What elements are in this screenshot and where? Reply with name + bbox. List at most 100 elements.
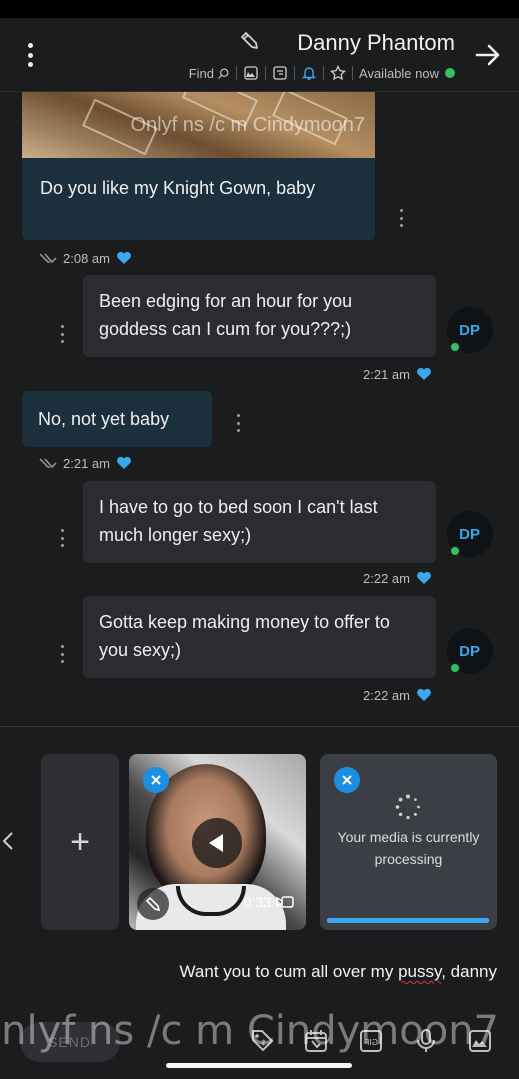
message-meta: 2:21 am [363, 365, 432, 383]
bell-icon[interactable] [301, 65, 317, 81]
back-button[interactable] [473, 40, 503, 70]
more-vertical-icon [28, 43, 34, 48]
kebab-dot [400, 224, 404, 227]
heart-icon[interactable] [416, 571, 432, 585]
kebab-dot [61, 652, 65, 656]
heart-icon[interactable] [116, 251, 132, 265]
message-bubble[interactable]: Been edging for an hour for you goddess … [83, 275, 436, 357]
online-indicator [445, 68, 455, 78]
watermark: Onlyf ns /c m Cindymoon7 [0, 1008, 499, 1054]
dot [28, 62, 34, 67]
add-media-button[interactable]: + [41, 754, 119, 930]
read-receipt-icon [39, 458, 57, 469]
chat-header: Danny Phantom Available now Find [0, 18, 519, 92]
pencil-icon [145, 896, 161, 912]
edit-name-button[interactable] [239, 30, 261, 52]
kebab-dot [61, 536, 65, 540]
star-icon[interactable] [330, 65, 346, 81]
search-icon [218, 67, 229, 79]
pencil-icon [241, 32, 258, 49]
message-meta: 2:22 am [363, 569, 432, 587]
plus-icon: + [70, 822, 90, 861]
online-indicator [449, 545, 461, 557]
message-meta: 2:22 am [363, 686, 432, 704]
message-bubble[interactable]: I have to go to bed soon I can't last mu… [83, 481, 436, 563]
chat-screen: Danny Phantom Available now Find Onlyf n… [0, 0, 519, 1079]
read-receipt-icon [39, 253, 57, 264]
video-camera-icon [276, 896, 294, 908]
message-menu-button[interactable] [57, 643, 69, 665]
video-duration: 0:33 [244, 894, 294, 910]
edit-media-button[interactable] [137, 888, 169, 920]
heart-icon[interactable] [416, 688, 432, 702]
loading-spinner-icon [395, 794, 420, 820]
online-indicator [449, 341, 461, 353]
kebab-dot [61, 325, 65, 328]
find-button[interactable]: Find [189, 66, 230, 81]
note-icon[interactable] [272, 65, 288, 81]
kebab-dot [61, 332, 65, 336]
contact-subheader: Available now Find [189, 64, 455, 82]
message-text-part: , danny [441, 962, 497, 981]
message-text-part: Want you to cum all over my [179, 962, 399, 981]
online-indicator [449, 662, 461, 674]
status-bar [0, 0, 519, 18]
video-attachment-card[interactable]: 0:33 [129, 754, 306, 930]
kebab-dot [400, 216, 404, 220]
find-label: Find [188, 65, 215, 81]
avatar[interactable]: DP [447, 628, 493, 674]
availability-status: Available now [359, 65, 439, 81]
avatar-initials: DP [459, 525, 481, 543]
processing-media-card[interactable]: Your media is currently processing [320, 754, 497, 930]
misspelled-word[interactable]: pussy [398, 962, 441, 981]
kebab-dot [237, 414, 241, 417]
play-icon [209, 834, 223, 852]
avatar[interactable]: DP [447, 511, 493, 557]
message-text: I have to go to bed soon I can't last mu… [99, 497, 378, 545]
message-input-text: Want you to cum all over my pussy, danny [180, 962, 497, 982]
message-input[interactable]: Want you to cum all over my pussy, danny [17, 962, 497, 986]
photo-message[interactable]: Onlyf ns /c m Cindymoon7 Do you like my … [22, 92, 375, 240]
chevron-right-icon[interactable] [2, 831, 14, 851]
heart-icon[interactable] [116, 456, 132, 470]
message-bubble[interactable]: No, not yet baby [22, 391, 212, 447]
divider [294, 66, 296, 80]
heart-icon[interactable] [416, 367, 432, 381]
attachment-tray: Your media is currently processing 0:33 [0, 727, 519, 952]
image-icon[interactable] [243, 65, 259, 81]
photo-thumbnail[interactable]: Onlyf ns /c m Cindymoon7 [22, 92, 375, 158]
avatar[interactable]: DP [447, 307, 493, 353]
message-time: 2:21 am [63, 455, 110, 471]
avatar-initials: DP [459, 321, 481, 339]
home-indicator[interactable] [166, 1063, 352, 1068]
processing-text: Your media is currently processing [337, 829, 480, 867]
close-icon [151, 775, 161, 785]
close-icon [342, 775, 352, 785]
kebab-dot [61, 645, 65, 648]
play-button[interactable] [192, 818, 242, 868]
more-options-button[interactable] [19, 40, 43, 70]
remove-media-button[interactable] [334, 767, 360, 793]
message-meta: 2:08 am [35, 249, 132, 267]
message-menu-button[interactable] [233, 412, 245, 434]
dot [28, 52, 34, 58]
remove-media-button[interactable] [143, 767, 169, 793]
kebab-dot [237, 421, 241, 425]
message-menu-button[interactable] [57, 323, 69, 345]
back-arrow-icon [475, 44, 500, 66]
message-menu-button[interactable] [396, 207, 408, 229]
message-bubble[interactable]: Gotta keep making money to offer to you … [83, 596, 436, 678]
kebab-dot [61, 544, 65, 547]
message-text: Been edging for an hour for you goddess … [99, 291, 353, 339]
message-list[interactable]: Onlyf ns /c m Cindymoon7 Do you like my … [0, 92, 519, 726]
divider [352, 66, 354, 80]
divider [323, 66, 325, 80]
message-text: No, not yet baby [38, 409, 170, 429]
kebab-dot [61, 340, 65, 343]
processing-progress-bar [327, 918, 489, 923]
progress-fill [327, 918, 489, 923]
divider [265, 66, 267, 80]
contact-name[interactable]: Danny Phantom [297, 30, 455, 56]
message-menu-button[interactable] [57, 527, 69, 549]
divider [236, 66, 238, 80]
